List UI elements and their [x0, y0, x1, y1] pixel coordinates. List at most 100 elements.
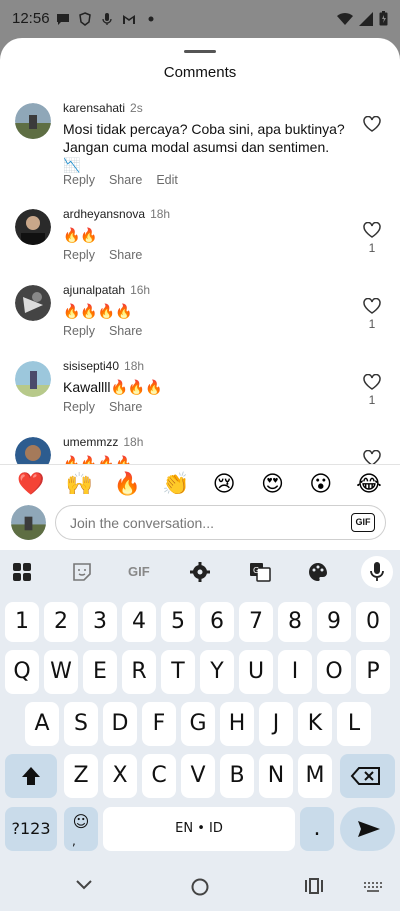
- send-icon: [358, 821, 380, 837]
- send-key[interactable]: [340, 807, 395, 851]
- comment-input[interactable]: Join the conversation... GIF: [55, 505, 386, 540]
- period-key[interactable]: .: [300, 807, 334, 851]
- comment-username[interactable]: sisisepti40: [63, 359, 119, 373]
- recents-icon[interactable]: [304, 878, 324, 894]
- edit-button[interactable]: Edit: [156, 173, 178, 187]
- key-x[interactable]: X: [103, 754, 137, 798]
- emoji-surprised[interactable]: 😮: [306, 470, 336, 500]
- key-i[interactable]: I: [278, 650, 312, 694]
- emoji-heart[interactable]: ❤️: [16, 470, 46, 500]
- chevron-down-icon[interactable]: [74, 878, 94, 892]
- key-j[interactable]: J: [259, 702, 293, 746]
- key-y[interactable]: Y: [200, 650, 234, 694]
- avatar[interactable]: [15, 209, 51, 245]
- heart-icon[interactable]: [363, 450, 381, 464]
- like-count: 1: [368, 317, 376, 331]
- sticker-icon[interactable]: [70, 560, 94, 584]
- voice-input-button[interactable]: [361, 556, 393, 588]
- comment-text: 🔥🔥🔥🔥: [63, 455, 133, 464]
- keyboard: GIF G 1 2 3 4 5 6 7 8 9 0 Q W E R T Y U …: [0, 550, 400, 860]
- avatar[interactable]: [15, 285, 51, 321]
- shift-key[interactable]: [5, 754, 57, 798]
- key-q[interactable]: Q: [5, 650, 39, 694]
- key-7[interactable]: 7: [239, 602, 273, 642]
- key-1[interactable]: 1: [5, 602, 39, 642]
- key-l[interactable]: L: [337, 702, 371, 746]
- gif-tab[interactable]: GIF: [128, 564, 150, 579]
- backspace-key[interactable]: [340, 754, 395, 798]
- key-z[interactable]: Z: [64, 754, 98, 798]
- key-8[interactable]: 8: [278, 602, 312, 642]
- key-u[interactable]: U: [239, 650, 273, 694]
- key-m[interactable]: M: [298, 754, 332, 798]
- key-v[interactable]: V: [181, 754, 215, 798]
- comment-text: 🔥🔥🔥🔥: [63, 303, 133, 319]
- emoji-key[interactable]: ☺ ,: [64, 807, 98, 851]
- key-p[interactable]: P: [356, 650, 390, 694]
- key-d[interactable]: D: [103, 702, 137, 746]
- wifi-icon: [337, 12, 353, 25]
- avatar[interactable]: [15, 103, 51, 139]
- key-b[interactable]: B: [220, 754, 254, 798]
- comments-list[interactable]: karensahati 2s Mosi tidak percaya? Coba s…: [0, 98, 400, 464]
- avatar[interactable]: [15, 361, 51, 397]
- reply-button[interactable]: Reply: [63, 173, 95, 187]
- avatar[interactable]: [15, 437, 51, 464]
- key-t[interactable]: T: [161, 650, 195, 694]
- reply-button[interactable]: Reply: [63, 400, 95, 414]
- comment-username[interactable]: karensahati: [63, 101, 125, 115]
- apps-grid-icon[interactable]: [10, 560, 34, 584]
- comment-username[interactable]: ajunalpatah: [63, 283, 125, 297]
- reply-button[interactable]: Reply: [63, 324, 95, 338]
- share-button[interactable]: Share: [109, 324, 142, 338]
- comment-username[interactable]: umemmzz: [63, 435, 118, 449]
- key-s[interactable]: S: [64, 702, 98, 746]
- palette-icon[interactable]: [306, 560, 330, 584]
- key-k[interactable]: K: [298, 702, 332, 746]
- key-h[interactable]: H: [220, 702, 254, 746]
- symbols-key[interactable]: ?123: [5, 807, 57, 851]
- key-g[interactable]: G: [181, 702, 215, 746]
- comment-time: 18h: [124, 359, 145, 373]
- emoji-fire[interactable]: 🔥: [113, 470, 143, 500]
- share-button[interactable]: Share: [109, 400, 142, 414]
- translate-icon[interactable]: G: [248, 560, 272, 584]
- key-e[interactable]: E: [83, 650, 117, 694]
- key-a[interactable]: A: [25, 702, 59, 746]
- key-4[interactable]: 4: [122, 602, 156, 642]
- key-n[interactable]: N: [259, 754, 293, 798]
- comment-username[interactable]: ardheyansnova: [63, 207, 145, 221]
- navigation-bar: [0, 860, 400, 911]
- key-5[interactable]: 5: [161, 602, 195, 642]
- space-key[interactable]: EN • ID: [103, 807, 295, 851]
- heart-icon[interactable]: [363, 116, 381, 132]
- emoji-laugh[interactable]: 😂: [354, 470, 384, 500]
- key-c[interactable]: C: [142, 754, 176, 798]
- heart-icon[interactable]: [363, 298, 381, 314]
- key-o[interactable]: O: [317, 650, 351, 694]
- key-9[interactable]: 9: [317, 602, 351, 642]
- heart-icon[interactable]: [363, 222, 381, 238]
- key-3[interactable]: 3: [83, 602, 117, 642]
- key-r[interactable]: R: [122, 650, 156, 694]
- emoji-cry[interactable]: 😢: [209, 470, 239, 500]
- emoji-heart-eyes[interactable]: 😍: [257, 470, 287, 500]
- emoji-raised-hands[interactable]: 🙌: [64, 470, 94, 500]
- key-2[interactable]: 2: [44, 602, 78, 642]
- gif-button[interactable]: GIF: [351, 513, 375, 532]
- key-w[interactable]: W: [44, 650, 78, 694]
- key-f[interactable]: F: [142, 702, 176, 746]
- reply-button[interactable]: Reply: [63, 248, 95, 262]
- heart-icon[interactable]: [363, 374, 381, 390]
- chat-icon: [57, 14, 69, 25]
- settings-gear-icon[interactable]: [188, 560, 212, 584]
- keyboard-switch-icon[interactable]: [364, 882, 382, 892]
- key-6[interactable]: 6: [200, 602, 234, 642]
- share-button[interactable]: Share: [109, 173, 142, 187]
- gmail-icon: [123, 15, 135, 24]
- emoji-clap[interactable]: 👏: [161, 470, 191, 500]
- home-icon[interactable]: [190, 877, 210, 897]
- share-button[interactable]: Share: [109, 248, 142, 262]
- drag-handle[interactable]: [184, 50, 216, 53]
- key-0[interactable]: 0: [356, 602, 390, 642]
